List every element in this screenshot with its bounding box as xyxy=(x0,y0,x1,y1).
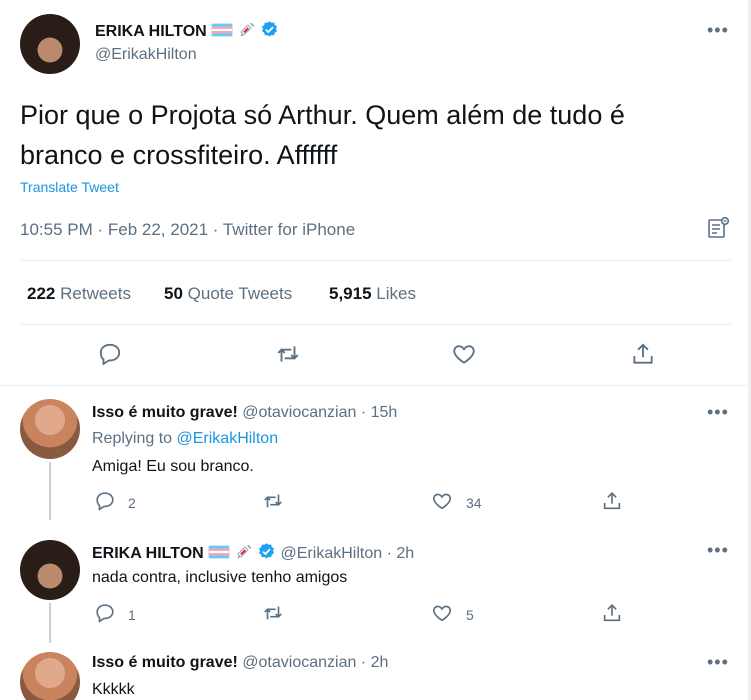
like-count: 34 xyxy=(466,495,482,511)
quote-tweets-stat[interactable]: 50 Quote Tweets xyxy=(164,284,292,304)
reply-text: nada contra, inclusive tenho amigos xyxy=(92,569,348,586)
tweet-text-line-2: branco e crossfiteiro. Affffff xyxy=(20,140,338,170)
likes-label: Likes xyxy=(376,284,416,303)
thread-line xyxy=(49,462,51,520)
reply-header: Isso é muito grave! @otaviocanzian · 15h xyxy=(92,404,397,422)
syringe-icon xyxy=(240,22,254,37)
tweet-timestamp[interactable]: 10:55 PM · Feb 22, 2021 · Twitter for iP… xyxy=(20,220,355,240)
retweet-icon[interactable] xyxy=(262,490,284,512)
author-name[interactable]: ERIKA HILTON xyxy=(95,23,207,40)
verified-badge-icon xyxy=(262,21,278,37)
author-avatar[interactable] xyxy=(20,14,80,74)
share-icon[interactable] xyxy=(630,341,656,367)
retweet-icon[interactable] xyxy=(275,341,301,367)
more-options-icon[interactable]: ••• xyxy=(707,540,729,561)
more-options-icon[interactable]: ••• xyxy=(707,20,729,41)
share-icon[interactable] xyxy=(601,602,623,624)
reply-avatar[interactable] xyxy=(20,652,80,700)
section-divider xyxy=(0,385,751,386)
trans-flag-icon xyxy=(208,545,231,559)
reply-text: Kkkkk xyxy=(92,681,135,698)
reply-time[interactable]: · 15h xyxy=(361,404,397,421)
reply-time[interactable]: · 2h xyxy=(387,545,415,562)
syringe-icon xyxy=(237,544,251,559)
analytics-icon[interactable] xyxy=(706,216,730,240)
heart-icon[interactable] xyxy=(451,341,477,367)
tweet-text: Pior que o Projota só Arthur. Quem além … xyxy=(20,95,720,175)
retweets-stat[interactable]: 222 Retweets xyxy=(27,284,131,304)
reply-author-handle[interactable]: @otaviocanzian xyxy=(242,654,356,671)
translate-tweet-link[interactable]: Translate Tweet xyxy=(20,179,119,195)
reply-header: ERIKA HILTON @ErikakHilton · 2h xyxy=(92,542,414,563)
author-handle[interactable]: @ErikakHilton xyxy=(95,46,197,64)
reply-author-handle[interactable]: @otaviocanzian xyxy=(242,404,356,421)
reply-header: Isso é muito grave! @otaviocanzian · 2h xyxy=(92,654,388,672)
trans-flag-icon xyxy=(211,23,234,37)
author-name-row[interactable]: ERIKA HILTON xyxy=(95,20,279,41)
heart-icon[interactable] xyxy=(431,602,453,624)
divider xyxy=(20,260,731,261)
thread-line xyxy=(49,603,51,643)
replying-to-handle-link[interactable]: @ErikakHilton xyxy=(177,430,279,447)
retweets-count: 222 xyxy=(27,284,56,303)
share-icon[interactable] xyxy=(601,490,623,512)
replying-prefix: Replying to xyxy=(92,430,173,447)
likes-count: 5,915 xyxy=(329,284,372,303)
reply-icon[interactable] xyxy=(94,490,116,512)
reply-count: 1 xyxy=(128,607,136,623)
reply-author-name[interactable]: Isso é muito grave! xyxy=(92,654,238,671)
more-options-icon[interactable]: ••• xyxy=(707,402,729,423)
reply-avatar[interactable] xyxy=(20,399,80,459)
quotes-count: 50 xyxy=(164,284,183,303)
reply-author-name[interactable]: Isso é muito grave! xyxy=(92,404,238,421)
reply-icon[interactable] xyxy=(97,341,123,367)
divider xyxy=(20,324,731,325)
verified-badge-icon xyxy=(259,543,275,559)
more-options-icon[interactable]: ••• xyxy=(707,652,729,673)
heart-icon[interactable] xyxy=(431,490,453,512)
tweet-text-line-1: Pior que o Projota só Arthur. Quem além … xyxy=(20,100,625,130)
reply-author-name[interactable]: ERIKA HILTON xyxy=(92,545,204,562)
reply-icon[interactable] xyxy=(94,602,116,624)
like-count: 5 xyxy=(466,607,474,623)
reply-author-handle[interactable]: @ErikakHilton xyxy=(281,545,383,562)
retweet-icon[interactable] xyxy=(262,602,284,624)
reply-time[interactable]: · 2h xyxy=(361,654,389,671)
reply-avatar[interactable] xyxy=(20,540,80,600)
likes-stat[interactable]: 5,915 Likes xyxy=(329,284,416,304)
retweets-label: Retweets xyxy=(60,284,131,303)
replying-to: Replying to @ErikakHilton xyxy=(92,430,278,448)
reply-text: Amiga! Eu sou branco. xyxy=(92,458,254,475)
quotes-label: Quote Tweets xyxy=(187,284,293,303)
reply-count: 2 xyxy=(128,495,136,511)
